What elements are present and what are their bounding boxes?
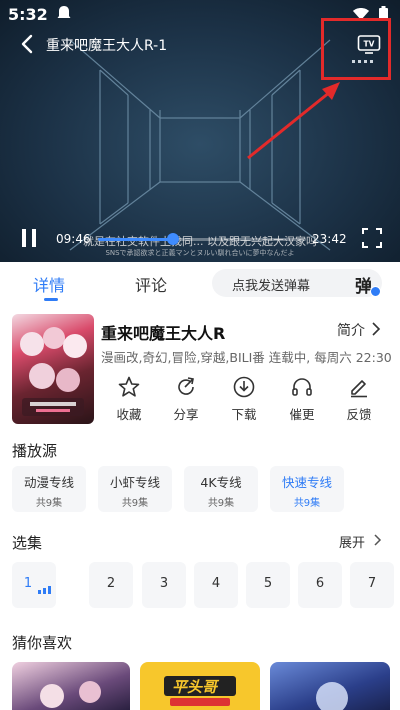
episode-item[interactable]: 5 [246,562,290,608]
episode-number: 6 [315,576,325,591]
source-count: 共9集 [35,498,63,509]
favorite-button[interactable]: 收藏 [104,376,154,423]
source-item[interactable]: 动漫专线 共9集 [12,466,86,512]
fullscreen-icon[interactable] [362,228,382,248]
recommend-thumbnail [40,681,101,708]
status-time: 5:32 [8,5,48,24]
episodes-title: 选集 [12,534,43,552]
source-count: 共9集 [121,498,149,509]
episode-number: 3 [159,576,169,591]
source-item[interactable]: 4K专线 共9集 [184,466,258,512]
source-count: 共9集 [207,498,235,509]
episode-number: 2 [106,576,116,591]
anime-poster[interactable] [12,314,94,424]
player-controls: 09:46 23:42 [0,226,400,252]
tab-comment[interactable]: 评论 [135,272,167,296]
download-label: 下载 [231,407,257,422]
total-time: 23:42 [312,232,347,246]
source-name: 快速专线 [281,475,332,490]
current-time: 09:46 [56,232,91,246]
danmaku-settings-icon[interactable] [370,286,381,297]
feedback-button[interactable]: 反馈 [334,376,384,423]
episode-number: 7 [367,576,377,591]
intro-link[interactable]: 简介 [337,320,365,340]
notification-icon [57,6,71,18]
danmaku-input[interactable]: 点我发送弹幕 弹 [212,269,382,297]
now-playing-icon [38,586,51,594]
favorite-label: 收藏 [116,407,142,422]
share-button[interactable]: 分享 [161,376,211,423]
progress-fill [98,238,173,241]
source-item[interactable]: 小虾专线 共9集 [98,466,172,512]
star-icon [118,376,140,397]
tab-indicator [44,298,58,301]
urge-update-button[interactable]: 催更 [277,376,327,423]
episode-item-active[interactable]: 1 [12,562,56,608]
episode-item[interactable]: 4 [194,562,238,608]
download-icon [233,376,255,398]
urge-update-label: 催更 [289,407,315,422]
recommend-card[interactable]: 平头哥 [140,662,260,710]
poster-art [20,327,87,416]
pause-icon[interactable] [20,228,38,248]
progress-knob[interactable] [166,233,179,245]
recommend-title: 猜你喜欢 [12,634,73,652]
recommend-card[interactable] [270,662,390,710]
share-label: 分享 [173,407,199,422]
pencil-icon [351,380,367,398]
download-button[interactable]: 下载 [219,376,269,423]
action-bar: 收藏 分享 下载 催更 反馈 [108,376,398,426]
signal-dots-icon [352,60,373,63]
source-item-active[interactable]: 快速专线 共9集 [270,466,344,512]
video-title: 重来吧魔王大人R-1 [46,38,168,54]
source-count: 共9集 [293,498,321,509]
episode-item[interactable]: 6 [298,562,342,608]
episode-item[interactable]: 2 [89,562,133,608]
tab-detail[interactable]: 详情 [33,272,65,296]
expand-link[interactable]: 展开 [339,532,365,551]
recommend-thumbnail [316,682,348,710]
video-player[interactable]: 5:32 重来吧魔王大人R-1 TV 就是在社交软件上找同... 以及跟无兴起大… [0,0,400,262]
episode-item[interactable]: 7 [350,562,394,608]
back-arrow-icon[interactable] [18,33,38,55]
source-name: 4K专线 [200,475,242,490]
tv-cast-icon[interactable]: TV [357,34,381,54]
episode-number: 5 [263,576,273,591]
chevron-right-icon[interactable] [371,322,381,336]
detail-tabs: 详情 评论 点我发送弹幕 弹 [0,262,400,304]
recommend-badge: 平头哥 [172,678,218,696]
cast-badge-text: TV [364,40,375,49]
anime-meta: 漫画改,奇幻,冒险,穿越,BILI番 连载中, 每周六 22:30 更新 [101,350,391,365]
source-name: 动漫专线 [23,475,74,490]
episode-item[interactable]: 3 [142,562,186,608]
share-icon [178,377,194,395]
anime-title: 重来吧魔王大人R [101,324,226,343]
sources-title: 播放源 [12,442,58,460]
headphones-icon [292,378,312,396]
feedback-label: 反馈 [346,407,372,422]
danmaku-placeholder: 点我发送弹幕 [232,279,311,294]
chevron-right-icon[interactable] [373,534,382,546]
episode-number: 4 [211,576,221,591]
recommend-card[interactable] [12,662,130,710]
source-name: 小虾专线 [109,475,160,490]
progress-bar[interactable] [98,233,306,245]
